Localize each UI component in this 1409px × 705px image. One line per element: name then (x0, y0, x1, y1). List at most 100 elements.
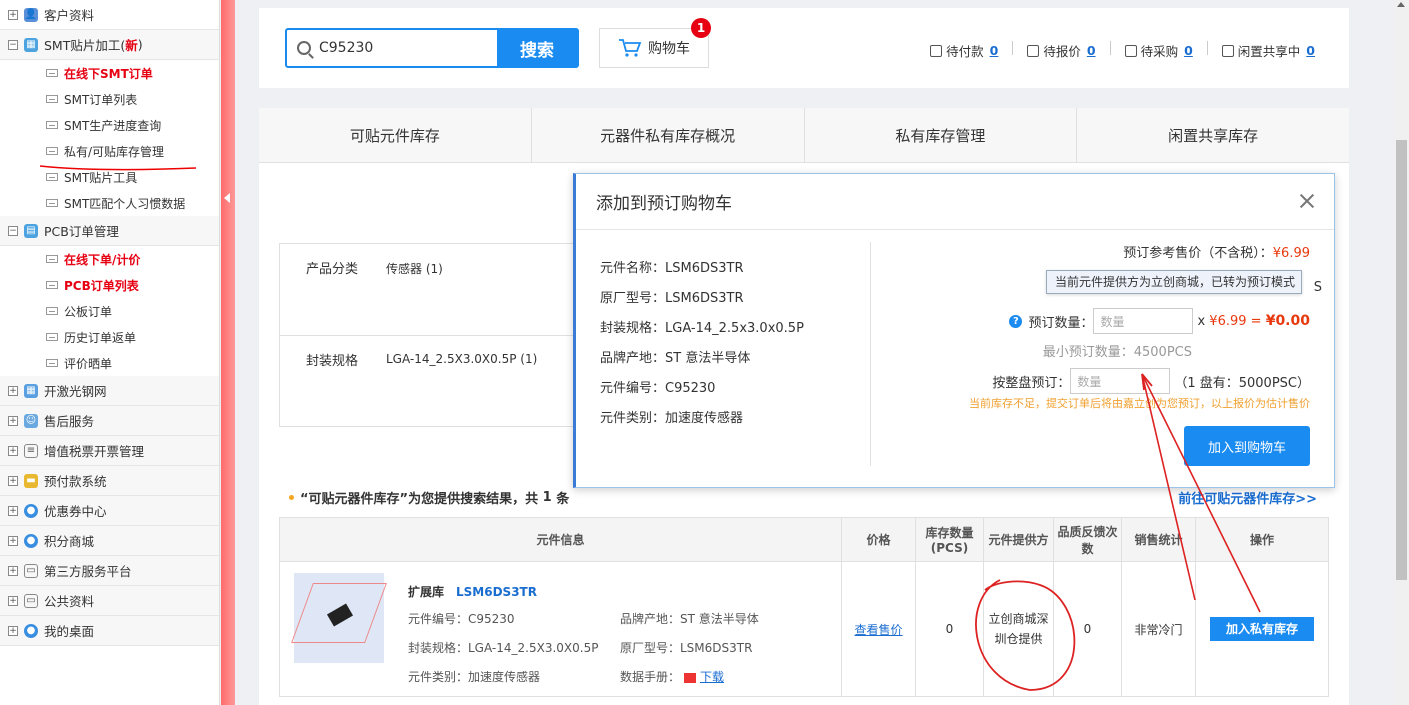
filter-label: 产品分类 (306, 262, 359, 277)
status-count[interactable]: 0 (1184, 43, 1193, 58)
sidebar-group-thirdparty[interactable]: + ▭ 第三方服务平台 (0, 556, 219, 586)
status-count[interactable]: 0 (1087, 43, 1096, 58)
reel-quantity-input[interactable]: 数量 (1070, 368, 1171, 394)
tab-private-overview[interactable]: 元器件私有库存概况 (532, 108, 805, 162)
expand-icon[interactable]: + (8, 445, 18, 456)
add-to-cart-button[interactable]: 加入到购物车 (1184, 426, 1310, 466)
dialog-title: 添加到预订购物车 (576, 174, 1334, 230)
datasheet-label: 数据手册： (620, 670, 681, 684)
tab-idle-share[interactable]: 闲置共享库存 (1077, 108, 1349, 162)
provider-text: 立创商城深圳仓提供 (988, 612, 1049, 646)
document-icon (46, 199, 58, 207)
sidebar-item-review[interactable]: 评价晒单 (0, 350, 219, 376)
filter-row-category: 产品分类 传感器 (1) (280, 244, 578, 336)
stock-cell: 0 (915, 561, 984, 697)
pending-quote-link[interactable]: 待报价 0 (1027, 41, 1096, 60)
sidebar-splitter[interactable] (221, 0, 235, 705)
expand-icon[interactable]: + (8, 415, 18, 426)
sidebar-group-label: PCB订单管理 (44, 224, 119, 239)
sidebar-group-smt[interactable]: − ▦ SMT贴片加工(新) (0, 30, 219, 60)
expand-icon[interactable]: + (8, 475, 18, 486)
sidebar-group-public[interactable]: + ▭ 公共资料 (0, 586, 219, 616)
expand-icon[interactable]: + (8, 595, 18, 606)
sidebar-group-customer[interactable]: + 👤 客户资料 (0, 0, 219, 30)
sidebar-item-smt-habits[interactable]: SMT匹配个人习惯数据 (0, 190, 219, 216)
reference-price-value: ¥6.99 (1272, 246, 1310, 261)
product-name-link[interactable]: LSM6DS3TR (456, 585, 537, 599)
sidebar-item-public-board[interactable]: 公板订单 (0, 298, 219, 324)
scroll-up-icon[interactable] (1397, 2, 1405, 7)
search-value: C95230 (319, 40, 374, 56)
add-private-stock-button[interactable]: 加入私有库存 (1210, 617, 1314, 641)
status-label: 待付款 (946, 44, 984, 59)
price-cell: 查看售价 (841, 561, 916, 697)
document-icon (46, 173, 58, 181)
sidebar-group-invoice[interactable]: + ≡ 增值税票开票管理 (0, 436, 219, 466)
collapse-arrow-icon[interactable] (224, 193, 230, 203)
expand-icon[interactable]: + (8, 385, 18, 396)
wallet-icon (930, 44, 943, 57)
pending-payment-link[interactable]: 待付款 0 (930, 41, 998, 60)
status-label: 待采购 (1140, 44, 1179, 59)
sidebar-group-label: 积分商城 (44, 534, 95, 549)
sidebar-item-smt-order[interactable]: 在线下SMT订单 (0, 60, 219, 86)
status-count[interactable]: 0 (990, 43, 999, 58)
reel-info: （1 盘有：5000PSC） (1174, 375, 1310, 391)
column-header: 操作 (1195, 517, 1329, 562)
product-image[interactable] (291, 573, 387, 663)
expand-icon[interactable]: + (8, 505, 18, 516)
sidebar-item-label: 在线下单/计价 (64, 252, 141, 267)
component-model: 原厂型号：LSM6DS3TR (600, 291, 744, 306)
tab-mountable-stock[interactable]: 可贴元件库存 (259, 108, 532, 162)
search-input[interactable]: C95230 (287, 30, 497, 66)
status-count[interactable]: 0 (1306, 43, 1315, 58)
expand-icon[interactable]: + (8, 625, 18, 636)
close-icon[interactable] (1300, 194, 1314, 208)
component-category: 元件类别：加速度传感器 (600, 411, 744, 426)
filter-option[interactable]: LGA-14_2.5X3.0X0.5P (1) (386, 350, 537, 428)
sidebar-group-label: 公共资料 (44, 594, 95, 609)
collapse-icon[interactable]: − (8, 225, 18, 236)
sidebar-item-private-stock[interactable]: 私有/可贴库存管理 (0, 138, 219, 164)
sidebar-group-label: 客户资料 (44, 8, 95, 23)
goto-stock-link[interactable]: 前往可贴元器件库存>> (1178, 488, 1317, 507)
idle-share-link[interactable]: 闲置共享中 0 (1221, 41, 1315, 60)
points-icon: ● (24, 533, 38, 548)
results-title: “可贴元器件库存”为您提供搜索结果，共 1 条 (289, 488, 569, 507)
sidebar-item-history[interactable]: 历史订单返单 (0, 324, 219, 350)
column-header: 库存数量(PCS) (915, 517, 984, 562)
view-price-link[interactable]: 查看售价 (854, 623, 902, 637)
window-icon: ▭ (24, 593, 38, 608)
tab-private-manage[interactable]: 私有库存管理 (805, 108, 1078, 162)
sidebar-item-pcb-list[interactable]: PCB订单列表 (0, 272, 219, 298)
expand-icon[interactable]: + (8, 565, 18, 576)
divider (870, 242, 871, 466)
sidebar-group-points[interactable]: + ● 积分商城 (0, 526, 219, 556)
table-header-row: 元件信息 价格 库存数量(PCS) 元件提供方 品质反馈次数 销售统计 操作 (279, 517, 1329, 562)
pending-purchase-link[interactable]: 待采购 0 (1124, 41, 1193, 60)
expand-icon[interactable]: + (8, 535, 18, 546)
scrollbar[interactable] (1394, 0, 1409, 705)
sidebar-group-aftersales[interactable]: + ☺ 售后服务 (0, 406, 219, 436)
sidebar-item-smt-progress[interactable]: SMT生产进度查询 (0, 112, 219, 138)
status-label: 待报价 (1043, 44, 1081, 59)
sidebar-group-stencil[interactable]: + ▦ 开激光钢网 (0, 376, 219, 406)
sidebar-group-prepay[interactable]: + ▬ 预付款系统 (0, 466, 219, 496)
datasheet-download-link[interactable]: 下载 (700, 670, 724, 684)
sidebar-group-pcb[interactable]: − ▤ PCB订单管理 (0, 216, 219, 246)
help-icon[interactable]: ? (1009, 314, 1023, 328)
sidebar-group-desktop[interactable]: + ● 我的桌面 (0, 616, 219, 646)
sidebar-item-label: SMT生产进度查询 (64, 118, 162, 133)
sidebar-item-pcb-quote[interactable]: 在线下单/计价 (0, 246, 219, 272)
collapse-icon[interactable]: − (8, 39, 18, 50)
status-label: 闲置共享中 (1237, 44, 1301, 59)
quantity-input[interactable]: 数量 (1093, 308, 1194, 334)
search-button[interactable]: 搜索 (497, 30, 577, 66)
document-icon (46, 95, 58, 103)
search-box: C95230 搜索 (285, 28, 579, 68)
sidebar-item-smt-list[interactable]: SMT订单列表 (0, 86, 219, 112)
filter-option[interactable]: 传感器 (1) (386, 258, 443, 335)
expand-icon[interactable]: + (8, 9, 18, 20)
scroll-thumb[interactable] (1396, 140, 1407, 580)
sidebar-group-coupon[interactable]: + ● 优惠券中心 (0, 496, 219, 526)
